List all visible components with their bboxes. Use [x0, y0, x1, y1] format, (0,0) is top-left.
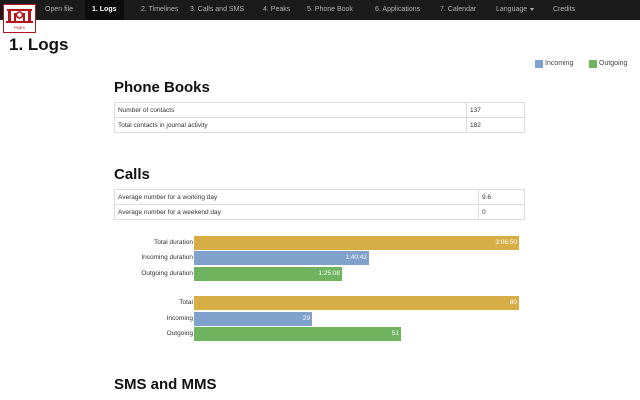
nav-tab-phone-book[interactable]: 5. Phone Book [307, 0, 353, 20]
calls-heading: Calls [114, 166, 150, 183]
table-cell-label: Number of contacts [114, 102, 467, 118]
bar-outgoing-duration: 1:25:08 [194, 267, 342, 281]
table-cell-value: 9.6 [478, 189, 525, 205]
bar-value-incoming-duration: 1:40:42 [345, 254, 367, 261]
nav-tab-applications[interactable]: 6. Applications [375, 0, 420, 20]
bar-value-total-duration: 3:06:50 [495, 239, 517, 246]
nav-tab-timelines[interactable]: 2. Timelines [141, 0, 178, 20]
bar-outgoing: 51 [194, 327, 401, 341]
legend-label-outgoing: Outgoing [599, 60, 628, 67]
nav-tab-calendar[interactable]: 7. Calendar [440, 0, 476, 20]
bar-incoming: 29 [194, 312, 312, 326]
nav-credits[interactable]: Credits [553, 0, 575, 20]
bar-label-outgoing-duration: Outgoing duration [141, 270, 193, 277]
chevron-down-icon [530, 7, 535, 11]
nav-language-label: Language [496, 6, 528, 13]
sms-and-mms-heading: SMS and MMS [114, 376, 217, 393]
phone-books-table: Number of contacts 137 Total contacts in… [114, 102, 525, 133]
top-navbar: Open file 1. Logs 2. Timelines 3. Calls … [0, 0, 640, 20]
table-row: Total contacts in journal activity 182 [114, 117, 525, 133]
nav-tab-logs[interactable]: 1. Logs [85, 0, 124, 20]
table-cell-value: 137 [466, 102, 525, 118]
table-cell-value: 182 [466, 117, 525, 133]
table-cell-value: 0 [478, 204, 525, 220]
legend-swatch-incoming [535, 60, 543, 68]
bar-value-outgoing: 51 [391, 330, 399, 337]
legend-label-incoming: Incoming [545, 60, 574, 67]
phone-books-heading: Phone Books [114, 79, 210, 96]
page-title: 1. Logs [9, 35, 69, 54]
nav-tab-calls-and-sms[interactable]: 3. Calls and SMS [190, 0, 244, 20]
legend-swatch-outgoing [589, 60, 597, 68]
table-cell-label: Average number for a weekend day [114, 204, 479, 220]
bar-label-total: Total [179, 299, 193, 306]
bar-label-total-duration: Total duration [153, 239, 193, 246]
bar-value-total: 80 [509, 299, 517, 306]
bar-value-incoming: 29 [302, 315, 310, 322]
app-logo[interactable]: PhiEX [3, 4, 36, 33]
nav-tab-peaks[interactable]: 4. Peaks [263, 0, 290, 20]
table-cell-label: Average number for a working day [114, 189, 479, 205]
calls-table: Average number for a working day 9.6 Ave… [114, 189, 525, 220]
bar-label-incoming-duration: Incoming duration [141, 254, 193, 261]
logo-text: PhiEX [13, 25, 26, 30]
table-cell-label: Total contacts in journal activity [114, 117, 467, 133]
bar-value-outgoing-duration: 1:25:08 [318, 270, 340, 277]
nav-open-file[interactable]: Open file [45, 0, 73, 20]
bar-label-outgoing: Outgoing [166, 330, 193, 337]
nav-language-dropdown[interactable]: Language [496, 0, 535, 20]
table-row: Number of contacts 137 [114, 102, 525, 118]
table-row: Average number for a weekend day 0 [114, 204, 525, 220]
bar-label-incoming: Incoming [166, 315, 193, 322]
bar-total-duration: 3:06:50 [194, 236, 519, 250]
bar-total: 80 [194, 296, 519, 310]
bar-incoming-duration: 1:40:42 [194, 251, 369, 265]
table-row: Average number for a working day 9.6 [114, 189, 525, 205]
